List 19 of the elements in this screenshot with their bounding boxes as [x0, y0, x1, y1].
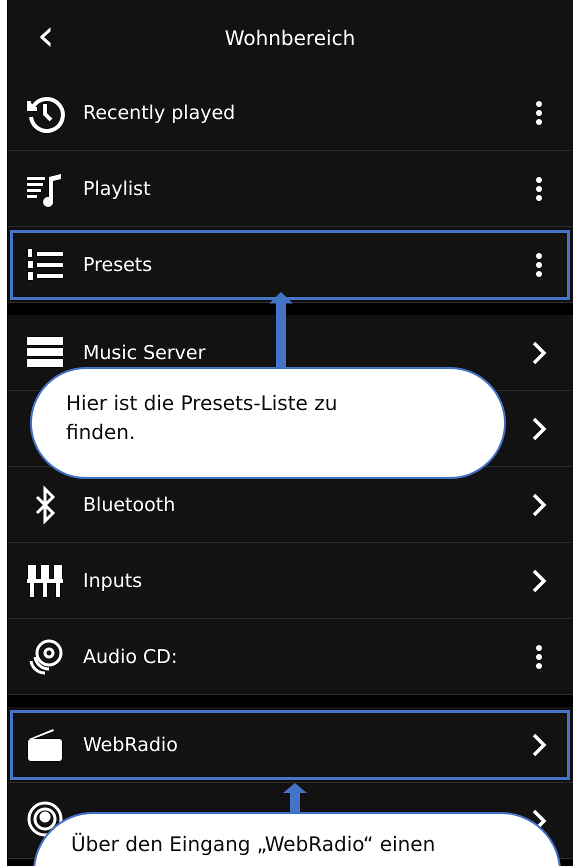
back-button[interactable]: ‹	[29, 14, 63, 58]
menu-row[interactable]: Inputs	[7, 543, 573, 619]
menu-row[interactable]: Audio CD:	[7, 619, 573, 695]
callout-arrow	[283, 783, 307, 815]
screen-title: Wohnbereich	[224, 26, 356, 50]
row-label: WebRadio	[83, 734, 179, 756]
row-label: Presets	[83, 254, 154, 276]
row-label: Audio CD:	[83, 646, 178, 668]
row-label: Recently played	[83, 102, 236, 124]
callout-tooltip: Über den Eingang „WebRadio“ einen	[33, 812, 561, 866]
row-label: Playlist	[83, 178, 152, 200]
menu-row[interactable]: WebRadio	[7, 707, 573, 783]
menu-row[interactable]: Recently played	[7, 75, 573, 151]
row-label: Bluetooth	[83, 494, 176, 516]
row-label: Inputs	[83, 570, 144, 592]
callout-tooltip: Hier ist die Presets-Liste zu finden.	[30, 367, 506, 479]
menu-row[interactable]: Presets	[7, 227, 573, 303]
menu-row[interactable]: Playlist	[7, 151, 573, 227]
row-label: Music Server	[83, 342, 206, 364]
